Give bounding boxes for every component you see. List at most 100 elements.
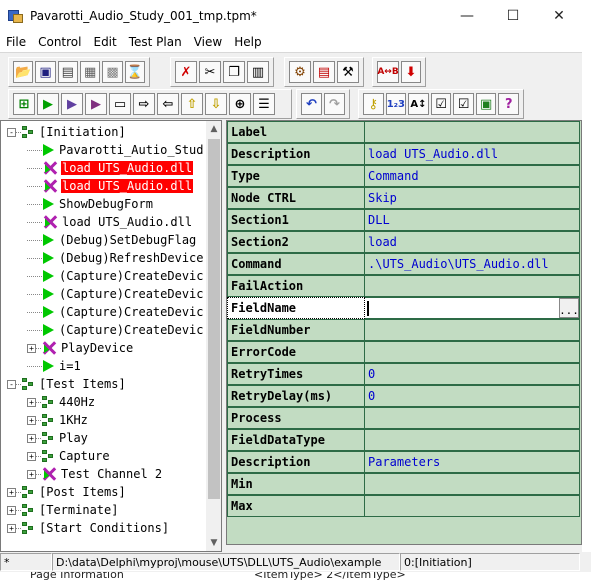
property-value[interactable]: DLL xyxy=(365,209,580,231)
tree-node[interactable]: (Debug)RefreshDevice xyxy=(27,249,205,267)
save-icon[interactable]: ▣ xyxy=(35,61,56,83)
remove-icon[interactable]: ▭ xyxy=(109,93,131,115)
property-row[interactable]: FieldDataType xyxy=(227,429,580,451)
property-row[interactable]: Max xyxy=(227,495,580,517)
property-row[interactable]: FieldNumber xyxy=(227,319,580,341)
tree-node[interactable]: - [Initiation] xyxy=(7,123,127,141)
property-value[interactable] xyxy=(365,275,580,297)
tree-node[interactable]: ShowDebugForm xyxy=(27,195,154,213)
properties-icon[interactable]: ▦ xyxy=(79,61,101,83)
expand-icon[interactable]: + xyxy=(27,343,36,353)
property-value[interactable] xyxy=(365,319,580,341)
tree-node[interactable]: + Test Channel 2 xyxy=(27,465,163,483)
hourglass-icon[interactable]: ⌛ xyxy=(124,61,145,83)
tree-node[interactable]: + PlayDevice xyxy=(27,339,134,357)
property-value[interactable]: .\UTS_Audio\UTS_Audio.dll xyxy=(365,253,580,275)
property-value-editor[interactable]: ... xyxy=(365,297,580,319)
tree-node[interactable]: +440Hz xyxy=(27,393,96,411)
tools-icon[interactable]: ⚒ xyxy=(337,61,359,83)
maximize-button[interactable]: ☐ xyxy=(490,0,536,32)
tree-node[interactable]: (Capture)CreateDevic xyxy=(27,303,205,321)
scroll-up-icon[interactable]: ▲ xyxy=(206,121,221,137)
expand-icon[interactable]: + xyxy=(27,469,36,479)
menu-help[interactable]: Help xyxy=(228,35,267,49)
tree-node[interactable]: load UTS_Audio.dll xyxy=(27,177,194,195)
cut-icon[interactable]: ✂ xyxy=(199,61,221,83)
tree-scrollbar[interactable]: ▲ ▼ xyxy=(206,121,221,551)
property-value[interactable]: load UTS_Audio.dll xyxy=(365,143,580,165)
delete-icon[interactable]: ✗ xyxy=(175,61,197,83)
download-icon[interactable]: ⬇ xyxy=(401,61,421,83)
menu-file[interactable]: File xyxy=(0,35,32,49)
insert-child-icon[interactable]: ▶ xyxy=(61,93,83,115)
insert-group-icon[interactable]: ▶ xyxy=(85,93,107,115)
property-row[interactable]: Label xyxy=(227,121,580,143)
property-value[interactable]: 0 xyxy=(365,363,580,385)
run-test-icon[interactable]: ⚙ xyxy=(289,61,311,83)
property-row[interactable]: Section1 DLL xyxy=(227,209,580,231)
undo-icon[interactable]: ↶ xyxy=(301,93,322,115)
scroll-thumb[interactable] xyxy=(208,139,220,499)
ellipsis-button[interactable]: ... xyxy=(559,298,579,318)
stack-icon[interactable]: ☰ xyxy=(253,93,275,115)
property-value[interactable] xyxy=(365,429,580,451)
expand-icon[interactable]: + xyxy=(27,451,36,461)
close-button[interactable]: ✕ xyxy=(536,0,582,32)
minimize-button[interactable]: — xyxy=(444,0,490,32)
copy-icon[interactable]: ❐ xyxy=(223,61,245,83)
redo-icon[interactable]: ↷ xyxy=(324,93,345,115)
property-value[interactable] xyxy=(365,121,580,143)
save-all-icon[interactable]: ▤ xyxy=(57,61,78,83)
scroll-down-icon[interactable]: ▼ xyxy=(206,535,221,551)
expand-icon[interactable]: + xyxy=(7,505,16,515)
add-node-icon[interactable]: ⊞ xyxy=(13,93,35,115)
tree-node[interactable]: i=1 xyxy=(27,357,82,375)
tree-node[interactable]: + Play xyxy=(27,429,89,447)
key-icon[interactable]: ⚷ xyxy=(363,93,384,115)
sort-icon[interactable]: A↕ xyxy=(408,93,429,115)
tree-node[interactable]: + [Post Items] xyxy=(7,483,127,501)
property-row[interactable]: Process xyxy=(227,407,580,429)
paste-icon[interactable]: ▥ xyxy=(247,61,269,83)
arrow-right-icon[interactable]: ⇨ xyxy=(133,93,155,115)
property-row[interactable]: FailAction xyxy=(227,275,580,297)
tree-node[interactable]: Pavarotti_Autio_Stud xyxy=(27,141,205,159)
numbering-icon[interactable]: 1₂3 xyxy=(385,93,407,115)
property-value[interactable] xyxy=(365,495,580,517)
test-plan-tree[interactable]: - [Initiation] Pavarotti_Autio_Studload UT… xyxy=(0,120,222,552)
property-value[interactable]: Skip xyxy=(365,187,580,209)
property-row[interactable]: RetryDelay(ms) 0 xyxy=(227,385,580,407)
property-value[interactable]: load xyxy=(365,231,580,253)
menu-test-plan[interactable]: Test Plan xyxy=(123,35,188,49)
tree-node[interactable]: load UTS_Audio.dll xyxy=(27,213,193,231)
menu-view[interactable]: View xyxy=(188,35,228,49)
property-row[interactable]: ErrorCode xyxy=(227,341,580,363)
expand-icon[interactable]: + xyxy=(7,487,16,497)
property-row[interactable]: Section2 load xyxy=(227,231,580,253)
expand-icon[interactable]: + xyxy=(27,433,36,443)
collapse-icon[interactable]: - xyxy=(7,379,16,389)
collapse-icon[interactable]: - xyxy=(7,127,16,137)
open-icon[interactable]: 📂 xyxy=(13,61,34,83)
find-replace-icon[interactable]: A↔B xyxy=(377,61,399,83)
property-value[interactable]: 0 xyxy=(365,385,580,407)
property-value[interactable] xyxy=(365,407,580,429)
grid-icon[interactable]: ▩ xyxy=(102,61,123,83)
check-icon[interactable]: ☑ xyxy=(430,93,452,115)
tree-node[interactable]: +1KHz xyxy=(27,411,89,429)
expand-icon[interactable]: + xyxy=(7,523,16,533)
tree-node[interactable]: (Debug)SetDebugFlag xyxy=(27,231,197,249)
property-row[interactable]: Type Command xyxy=(227,165,580,187)
arrow-left-icon[interactable]: ⇦ xyxy=(157,93,179,115)
field-name-input[interactable] xyxy=(365,298,560,318)
property-row[interactable]: Node CTRL Skip xyxy=(227,187,580,209)
report-icon[interactable]: ▤ xyxy=(313,61,335,83)
tree-node[interactable]: (Capture)CreateDevic xyxy=(27,267,205,285)
move-up-icon[interactable]: ⇧ xyxy=(181,93,203,115)
tree-node[interactable]: (Capture)CreateDevic xyxy=(27,285,205,303)
tree-node[interactable]: + [Terminate] xyxy=(7,501,119,519)
property-value[interactable]: Parameters xyxy=(365,451,580,473)
insert-step-icon[interactable]: ▶ xyxy=(37,93,59,115)
tree-node[interactable]: (Capture)CreateDevic xyxy=(27,321,205,339)
help-icon[interactable]: ? xyxy=(498,93,520,115)
